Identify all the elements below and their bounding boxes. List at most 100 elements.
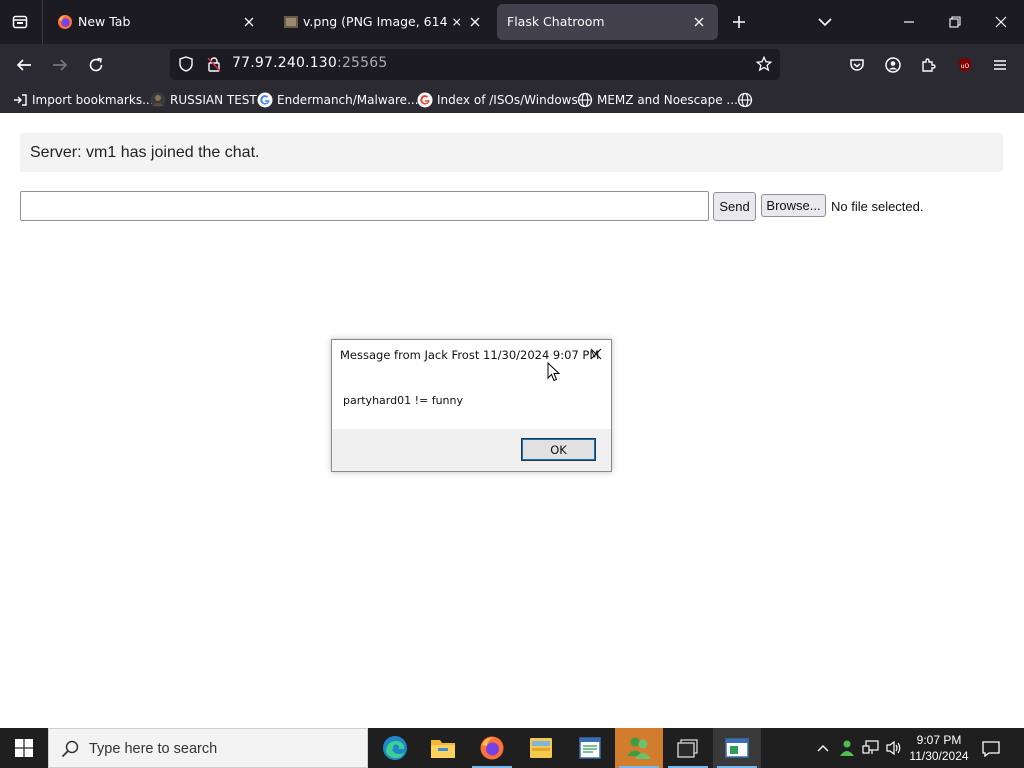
ublock-origin-icon: uO xyxy=(959,58,971,72)
back-button[interactable] xyxy=(13,54,35,76)
bookmark-memz[interactable]: MEMZ and Noescape ... xyxy=(577,91,738,109)
account-icon xyxy=(885,57,901,73)
close-icon[interactable] xyxy=(690,13,708,31)
bookmark-label: Import bookmarks... xyxy=(32,93,154,107)
task-view-icon xyxy=(677,739,698,758)
bookmark-label: Endermanch/Malware... xyxy=(277,93,419,107)
firefox-view-icon xyxy=(12,15,28,29)
bookmark-star-icon[interactable] xyxy=(755,55,773,76)
insecure-lock-icon[interactable] xyxy=(206,56,222,76)
hamburger-menu-icon xyxy=(994,60,1006,70)
edge-icon xyxy=(383,736,407,760)
browse-button[interactable]: Browse... xyxy=(761,194,826,217)
firefox-view-button[interactable] xyxy=(8,10,32,34)
tab-divider xyxy=(42,0,43,44)
bookmark-index-isos[interactable]: Index of /ISOs/Windows xyxy=(417,91,578,109)
bookmark-label: Index of /ISOs/Windows xyxy=(437,93,578,107)
tab-bar: New Tab v.png (PNG Image, 614 × 460 pi F… xyxy=(0,0,1024,44)
tab-new-tab[interactable]: New Tab xyxy=(46,4,268,40)
notifications-button[interactable] xyxy=(980,738,1002,760)
notepad-icon xyxy=(579,737,601,759)
restore-icon xyxy=(949,16,961,28)
bookmarks-toolbar: Import bookmarks... RUSSIAN TEST Enderma… xyxy=(0,85,1024,113)
people-icon xyxy=(627,737,651,759)
close-icon xyxy=(995,16,1007,28)
ublock-button[interactable]: uO xyxy=(954,54,976,76)
import-icon xyxy=(12,92,28,108)
dialog-message: partyhard01 != funny xyxy=(343,394,464,407)
bookmark-russian-test[interactable]: RUSSIAN TEST xyxy=(150,91,257,109)
reload-button[interactable] xyxy=(85,54,107,76)
close-icon[interactable] xyxy=(466,13,484,31)
chevron-down-icon xyxy=(818,18,832,27)
close-window-button[interactable] xyxy=(989,12,1013,32)
ok-button[interactable]: OK xyxy=(521,438,596,461)
clock-time: 9:07 PM xyxy=(916,733,962,747)
list-all-tabs-button[interactable] xyxy=(815,12,835,32)
extensions-button[interactable] xyxy=(918,54,940,76)
tab-flask-chatroom[interactable]: Flask Chatroom xyxy=(497,4,718,40)
chat-log: Server: vm1 has joined the chat. xyxy=(20,133,1003,172)
dialog-close-button[interactable] xyxy=(588,346,604,362)
puzzle-icon xyxy=(922,58,936,72)
tab-title: New Tab xyxy=(78,14,131,29)
bookmark-endermanch[interactable]: Endermanch/Malware... xyxy=(257,91,419,109)
windows-logo-icon xyxy=(15,739,33,757)
tray-people-icon[interactable] xyxy=(837,738,857,758)
windows-taskbar: Type here to search 9:07 PM 11/30/2024 xyxy=(0,728,1024,768)
network-icon[interactable] xyxy=(861,738,881,758)
taskbar-task-view[interactable] xyxy=(664,728,712,768)
arrow-left-icon xyxy=(16,59,31,71)
reload-icon xyxy=(89,57,103,72)
address-bar[interactable]: 77.97.240.130:25565 xyxy=(170,49,780,80)
restore-button[interactable] xyxy=(943,12,967,32)
tab-title: v.png (PNG Image, 614 × 460 pi xyxy=(303,14,466,29)
send-button[interactable]: Send xyxy=(713,192,756,221)
tab-title: Flask Chatroom xyxy=(507,14,605,29)
firefox-icon xyxy=(57,14,73,33)
taskbar-people-app[interactable] xyxy=(615,728,663,768)
forward-button[interactable] xyxy=(49,54,71,76)
close-icon[interactable] xyxy=(240,13,258,31)
taskbar-folder[interactable] xyxy=(517,728,565,768)
bookmark-untitled[interactable] xyxy=(737,91,757,109)
search-icon xyxy=(61,740,79,762)
bookmark-import[interactable]: Import bookmarks... xyxy=(12,91,154,109)
account-button[interactable] xyxy=(882,54,904,76)
dialog-footer: OK xyxy=(332,429,611,471)
url-host: 77.97.240.130 xyxy=(232,55,338,71)
volume-icon[interactable] xyxy=(884,738,904,758)
minimize-button[interactable] xyxy=(897,12,921,32)
avatar-icon xyxy=(150,92,166,108)
taskbar-edge[interactable] xyxy=(371,728,419,768)
plus-icon xyxy=(733,16,745,28)
taskbar-notepad[interactable] xyxy=(566,728,614,768)
pocket-button[interactable] xyxy=(846,54,868,76)
system-clock[interactable]: 9:07 PM 11/30/2024 xyxy=(906,732,972,764)
taskbar-active-window[interactable] xyxy=(713,728,761,768)
message-input[interactable] xyxy=(20,191,709,221)
google-icon xyxy=(257,92,273,108)
pocket-icon xyxy=(850,59,864,71)
new-tab-button[interactable] xyxy=(729,12,749,32)
show-hidden-icons-button[interactable] xyxy=(815,740,831,756)
globe-icon xyxy=(577,92,593,108)
globe-icon xyxy=(737,92,753,108)
taskbar-file-explorer[interactable] xyxy=(419,728,467,768)
shield-icon[interactable] xyxy=(178,56,194,76)
image-icon xyxy=(283,14,299,33)
dialog-title: Message from Jack Frost 11/30/2024 9:07 … xyxy=(340,348,600,362)
tab-image[interactable]: v.png (PNG Image, 614 × 460 pi xyxy=(272,4,492,40)
url-text[interactable]: 77.97.240.130:25565 xyxy=(232,55,387,71)
url-port: :25565 xyxy=(337,55,388,71)
alert-dialog: Message from Jack Frost 11/30/2024 9:07 … xyxy=(331,339,612,472)
bookmark-label: RUSSIAN TEST xyxy=(170,93,257,107)
arrow-right-icon xyxy=(53,59,68,71)
svg-text:uO: uO xyxy=(961,63,970,70)
taskbar-search-box[interactable]: Type here to search xyxy=(48,728,368,768)
taskbar-firefox[interactable] xyxy=(468,728,516,768)
action-center-icon xyxy=(982,741,1000,757)
bookmark-label: MEMZ and Noescape ... xyxy=(597,93,738,107)
start-button[interactable] xyxy=(0,728,48,768)
menu-button[interactable] xyxy=(989,54,1011,76)
